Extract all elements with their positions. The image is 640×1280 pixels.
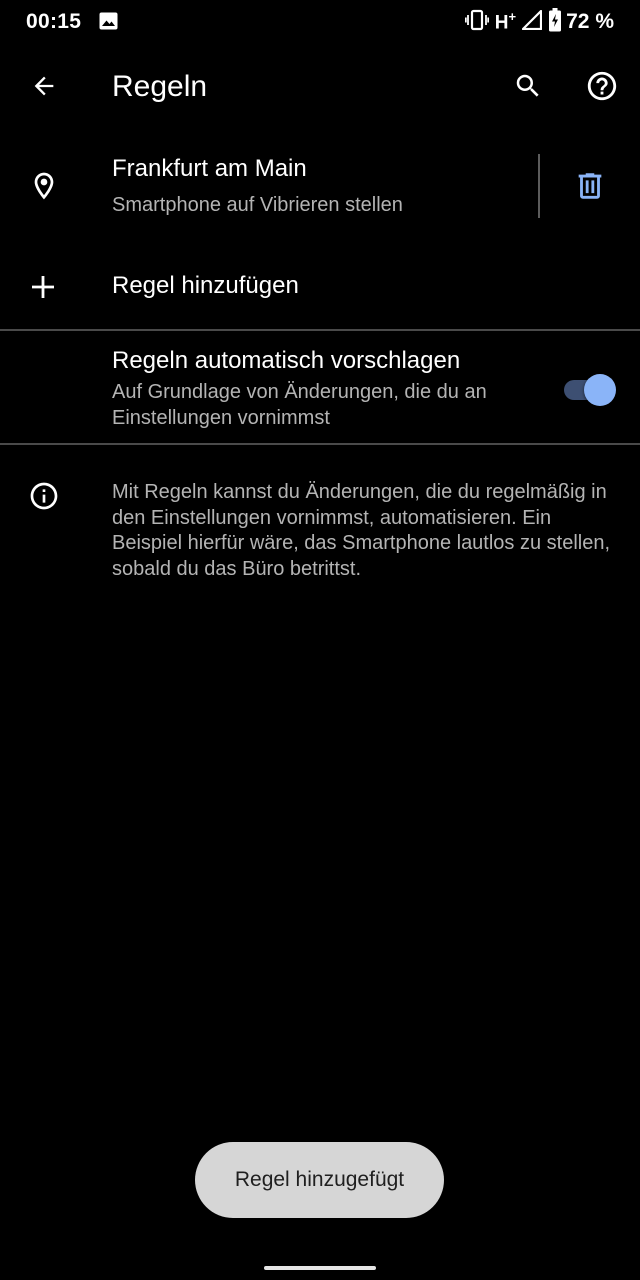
rule-subtitle: Smartphone auf Vibrieren stellen — [112, 194, 403, 216]
home-indicator[interactable] — [264, 1266, 376, 1270]
page-title: Regeln — [112, 70, 208, 103]
plus-icon — [30, 274, 56, 300]
rule-title: Frankfurt am Main — [112, 155, 307, 182]
battery-charging-icon — [548, 7, 562, 37]
status-bar: 00:15 H+ 72 % — [0, 0, 640, 48]
help-icon — [585, 69, 619, 108]
rule-item: Frankfurt am Main Smartphone auf Vibrier… — [0, 142, 640, 238]
image-notification-icon — [99, 12, 118, 30]
suggest-rules-setting[interactable]: Regeln automatisch vorschlagen Auf Grund… — [0, 334, 640, 442]
divider — [0, 329, 640, 331]
app-bar: Regeln — [0, 56, 640, 120]
search-button[interactable] — [500, 60, 556, 116]
toast: Regel hinzugefügt — [195, 1142, 444, 1218]
info-text: Mit Regeln kannst du Änderungen, die du … — [112, 481, 611, 580]
info-icon — [28, 480, 60, 512]
delete-rule-button[interactable] — [560, 162, 620, 214]
add-rule-button[interactable]: Regel hinzufügen — [0, 250, 640, 322]
divider — [0, 443, 640, 445]
vibrate-icon — [464, 9, 489, 36]
rule-item-main[interactable]: Frankfurt am Main Smartphone auf Vibrier… — [0, 142, 538, 238]
back-button[interactable] — [16, 60, 72, 116]
trash-icon — [573, 169, 607, 208]
help-button[interactable] — [574, 60, 630, 116]
suggest-rules-toggle[interactable] — [560, 372, 618, 406]
toggle-thumb — [584, 374, 616, 406]
signal-icon — [522, 9, 543, 35]
battery-percent: 72 % — [566, 10, 614, 33]
add-rule-label: Regel hinzufügen — [112, 272, 299, 299]
location-pin-icon — [28, 168, 60, 204]
info-section: Mit Regeln kannst du Änderungen, die du … — [0, 472, 640, 622]
search-icon — [513, 71, 543, 106]
suggest-rules-description: Auf Grundlage von Änderungen, die du an … — [112, 381, 487, 429]
screen: 00:15 H+ 72 % Regeln Frankfurt am Main S… — [0, 0, 640, 1280]
status-time: 00:15 — [26, 10, 82, 33]
toast-text: Regel hinzugefügt — [234, 1168, 405, 1191]
status-icons: H+ 72 % — [459, 7, 614, 37]
back-arrow-icon — [30, 72, 58, 105]
network-type: H+ — [494, 9, 517, 34]
rule-divider — [538, 154, 540, 218]
suggest-rules-title: Regeln automatisch vorschlagen — [112, 347, 461, 374]
